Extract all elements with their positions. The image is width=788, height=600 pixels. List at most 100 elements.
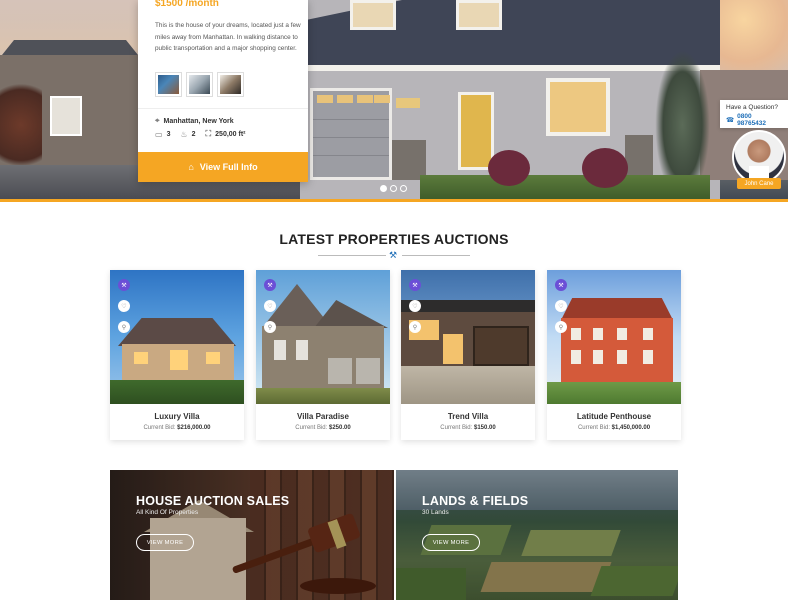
garage-window [374,95,390,103]
hero-lawn [420,175,710,199]
auctions-section-title: LATEST PROPERTIES AUCTIONS [279,231,509,247]
property-location: ⌖ Manhattan, New York [155,116,234,126]
property-thumbnail[interactable] [217,72,244,97]
auction-card-bid: Current Bid: $1,450,000.00 [547,425,681,431]
hero-bush [582,148,628,188]
hero-upper-window [350,0,396,30]
hero-left-house-window [50,96,82,136]
heart-icon[interactable]: ♡ [409,300,421,312]
hero-stone-pillar [392,140,426,180]
property-thumbnail[interactable] [186,72,213,97]
garage-line [313,119,389,120]
location-pin-icon: ⌖ [155,116,160,125]
hero-front-door [458,92,494,170]
divider-line [318,255,386,256]
auction-card-image[interactable] [547,270,681,404]
auction-card-bid: Current Bid: $216,000.00 [110,425,244,431]
banner-subtitle: 30 Lands [422,509,449,516]
slider-dot[interactable] [400,185,407,192]
heart-icon[interactable]: ♡ [555,300,567,312]
bid-label: Current Bid: [577,425,610,431]
bid-value: $216,000.00 [177,425,211,431]
contact-phone[interactable]: ☎ 0800 98765432 [726,113,782,127]
zoom-icon[interactable]: ⚲ [555,321,567,333]
auction-card-title[interactable]: Trend Villa [401,412,535,421]
hero-front-window [546,78,610,136]
garage-line [313,137,389,138]
view-full-info-button[interactable]: ⌂ View Full Info [138,152,308,182]
property-price: $1500 /month [155,0,219,9]
hero-stone-pillar [625,135,653,180]
zoom-icon[interactable]: ⚲ [409,321,421,333]
lands-fields-banner[interactable]: LANDS & FIELDS 30 Lands VIEW MORE [396,470,678,600]
auction-card-title[interactable]: Luxury Villa [110,412,244,421]
heart-icon[interactable]: ♡ [118,300,130,312]
view-more-button[interactable]: VIEW MORE [422,534,480,551]
card-divider [138,108,308,109]
gavel-icon[interactable]: ⚒ [264,279,276,291]
bedrooms-count: 3 [166,130,171,138]
bid-value: $250.00 [328,425,351,431]
hero-upper-window [456,0,502,30]
heart-icon[interactable]: ♡ [264,300,276,312]
area-icon: ⛶ [205,129,212,138]
property-thumbnail[interactable] [155,72,182,97]
auction-card-image[interactable] [256,270,390,404]
area-value: 250,00 ft² [215,130,246,138]
phone-icon: ☎ [726,117,735,124]
house-auction-banner[interactable]: HOUSE AUCTION SALES All Kind Of Properti… [110,470,394,600]
bid-value: $150.00 [473,425,496,431]
bedrooms-feature: ▭ 3 [155,129,170,139]
bid-label: Current Bid: [295,425,328,431]
hero-left-tree [0,70,42,180]
garage-window [337,95,353,103]
bathrooms-count: 2 [191,130,196,138]
hero-house-number [396,98,420,108]
auction-card[interactable]: ⚒ ♡ ⚲ Villa Paradise Current Bid: $250.0… [256,270,390,440]
slider-pagination [380,185,407,192]
hero-garage [310,88,392,180]
title-divider: ⚒ [318,250,470,260]
bid-value: $1,450,000.00 [611,425,651,431]
gavel-icon[interactable]: ⚒ [555,279,567,291]
auction-card[interactable]: ⚒ ♡ ⚲ Latitude Penthouse Current Bid: $1… [547,270,681,440]
zoom-icon[interactable]: ⚲ [264,321,276,333]
agent-avatar[interactable] [732,130,786,184]
contact-box: Have a Question? ☎ 0800 98765432 [720,100,788,128]
garage-line [313,155,389,156]
gavel-icon[interactable]: ⚒ [118,279,130,291]
auction-card-image[interactable] [110,270,244,404]
slider-dot[interactable] [380,185,387,192]
garage-window [357,95,373,103]
auction-card-title[interactable]: Latitude Penthouse [547,412,681,421]
auction-card-title[interactable]: Villa Paradise [256,412,390,421]
hero-accent-line [0,199,788,202]
property-location-text: Manhattan, New York [163,117,234,125]
banner-title: LANDS & FIELDS [422,494,529,508]
view-full-info-label: View Full Info [199,162,258,172]
banner-title: HOUSE AUCTION SALES [136,494,290,508]
hero-bush [488,150,530,186]
garage-window [317,95,333,103]
auction-card-image[interactable] [401,270,535,404]
bathrooms-feature: ♨ 2 [180,129,195,139]
auction-card-bid: Current Bid: $150.00 [401,425,535,431]
gavel-icon: ⚒ [389,250,398,260]
auction-card-bid: Current Bid: $250.00 [256,425,390,431]
bid-label: Current Bid: [143,425,176,431]
contact-title: Have a Question? [726,104,779,111]
contact-phone-number: 0800 98765432 [737,113,767,127]
property-description: This is the house of your dreams, locate… [155,22,301,52]
zoom-icon[interactable]: ⚲ [118,321,130,333]
auction-card[interactable]: ⚒ ♡ ⚲ Trend Villa Current Bid: $150.00 [401,270,535,440]
bid-label: Current Bid: [440,425,473,431]
auction-card[interactable]: ⚒ ♡ ⚲ Luxury Villa Current Bid: $216,000… [110,270,244,440]
home-icon: ⌂ [188,162,194,172]
gavel-icon[interactable]: ⚒ [409,279,421,291]
banner-subtitle: All Kind Of Properties [136,509,199,516]
area-feature: ⛶ 250,00 ft² [206,129,246,139]
slider-dot[interactable] [390,185,397,192]
bed-icon: ▭ [155,129,163,139]
view-more-button[interactable]: VIEW MORE [136,534,194,551]
property-features: ▭ 3 ♨ 2 ⛶ 250,00 ft² [155,129,246,139]
